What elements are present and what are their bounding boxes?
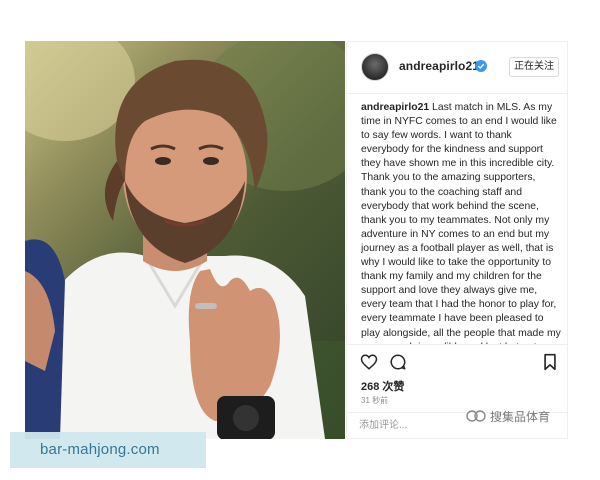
sohu-watermark: 搜集品体育 (466, 407, 550, 425)
post-photo (25, 41, 345, 439)
username-link[interactable]: andreapirlo21 (399, 59, 479, 73)
sohu-watermark-text: 搜集品体育 (490, 409, 551, 424)
caption-username[interactable]: andreapirlo21 (361, 102, 429, 113)
like-count[interactable]: 268 次赞 (361, 378, 404, 394)
comment-icon[interactable] (389, 353, 407, 371)
post-caption: andreapirlo21 Last match in MLS. As my t… (361, 101, 561, 344)
post-header: andreapirlo21 正在关注 (347, 42, 567, 94)
sohu-logo-icon (466, 410, 486, 422)
caption-text: Last match in MLS. As my time in NYFC co… (361, 102, 561, 344)
verified-icon (475, 60, 487, 72)
post-detail-panel: andreapirlo21 正在关注 andreapirlo21 Last ma… (346, 41, 568, 439)
site-watermark-banner: bar-mahjong.com (10, 432, 206, 468)
avatar[interactable] (361, 53, 389, 81)
post-photo-illustration (25, 41, 345, 439)
post-timestamp: 31 秒前 (361, 396, 389, 405)
comment-input[interactable] (359, 418, 469, 432)
following-button[interactable]: 正在关注 (509, 57, 559, 77)
site-watermark-text: bar-mahjong.com (40, 441, 160, 458)
bookmark-icon[interactable] (543, 353, 557, 371)
heart-icon[interactable] (360, 353, 378, 371)
